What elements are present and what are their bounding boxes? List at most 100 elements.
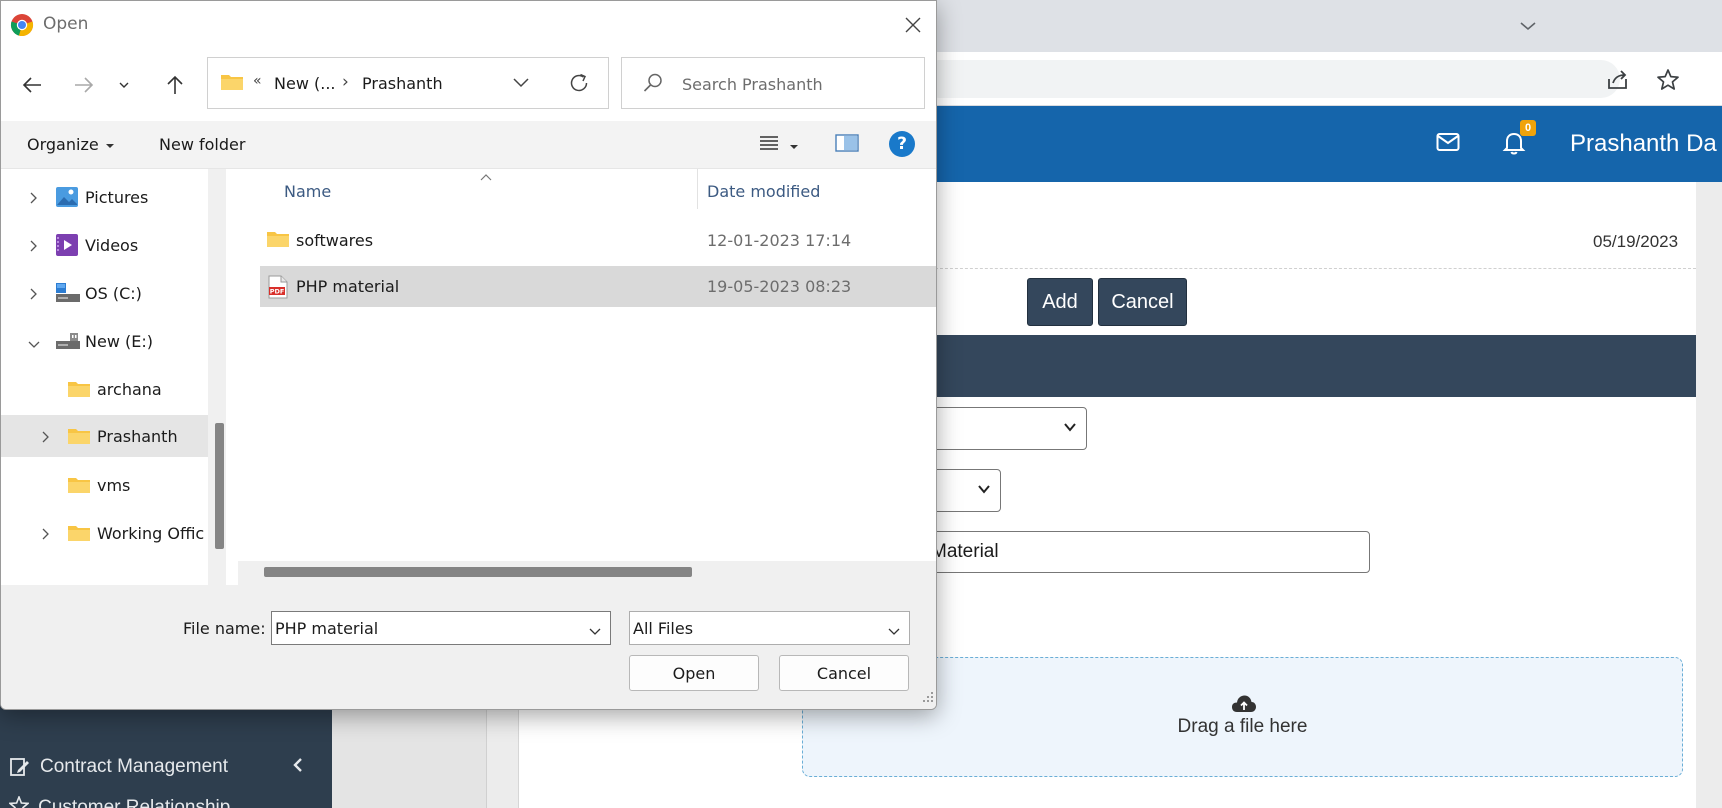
chevron-left-icon [292, 757, 304, 779]
help-icon[interactable]: ? [889, 131, 915, 157]
dialog-title: Open [43, 14, 89, 34]
nav-item-label: New (E:) [85, 332, 153, 351]
mail-icon[interactable] [1436, 132, 1460, 157]
page-date: 05/19/2023 [1593, 232, 1679, 251]
dropzone-text: Drag a file here [1177, 716, 1308, 737]
folder-icon [67, 379, 91, 403]
pictures-icon [55, 185, 79, 213]
dialog-titlebar[interactable]: Open [1, 1, 936, 47]
sidebar-item-label: Contract Management [40, 756, 228, 777]
column-divider[interactable] [697, 169, 698, 209]
nav-item-label: archana [97, 380, 162, 399]
add-button[interactable]: Add [1027, 278, 1093, 326]
breadcrumb-segment-new-drive[interactable]: New (... [274, 74, 335, 93]
open-button[interactable]: Open [629, 655, 759, 691]
file-name-label: File name: [183, 619, 266, 638]
folder-icon [220, 72, 244, 96]
material-name-input[interactable]: Material [900, 531, 1370, 573]
videos-icon [55, 233, 79, 261]
file-date-modified: 12-01-2023 17:14 [707, 231, 852, 250]
chevron-down-icon[interactable] [512, 74, 530, 93]
sidebar-item-crm[interactable]: Customer Relationship Management [0, 793, 332, 808]
bookmark-star-icon[interactable] [1654, 66, 1682, 94]
file-type-value: All Files [633, 619, 694, 638]
change-view-button[interactable] [759, 134, 799, 156]
nav-item-label: Videos [85, 236, 139, 255]
search-box[interactable] [621, 57, 925, 109]
folder-icon [67, 426, 91, 450]
file-row-softwares[interactable]: softwares 12-01-2023 17:14 [260, 220, 936, 261]
user-name[interactable]: Prashanth Da [1570, 130, 1717, 158]
nav-item-working-office[interactable]: Working Offic [1, 513, 208, 553]
pdf-icon: PDF [268, 275, 288, 303]
up-arrow-icon[interactable] [159, 69, 191, 101]
nav-item-videos[interactable]: Videos [1, 225, 208, 265]
nav-item-label: Prashanth [97, 427, 178, 446]
forward-arrow-icon[interactable] [68, 69, 100, 101]
star-icon [0, 793, 38, 808]
folder-icon [67, 523, 91, 547]
chevron-down-icon [887, 622, 901, 641]
file-date-modified: 19-05-2023 08:23 [707, 277, 852, 296]
chevron-down-icon[interactable] [588, 622, 602, 641]
omnibox[interactable] [920, 60, 1620, 98]
nav-item-archana[interactable]: archana [1, 369, 208, 409]
command-bar: Organize New folder ? [1, 121, 936, 169]
sidebar-item-contract-management[interactable]: Contract Management [0, 741, 332, 793]
file-name: PHP material [296, 277, 400, 296]
file-type-select[interactable]: All Files [629, 611, 910, 645]
breadcrumb-separator[interactable]: › [342, 72, 349, 92]
nav-item-label: Pictures [85, 188, 149, 207]
chevron-down-icon[interactable] [27, 335, 41, 354]
nav-item-vms[interactable]: vms [1, 465, 208, 505]
nav-item-os-c[interactable]: OS (C:) [1, 273, 208, 313]
chevron-right-icon[interactable] [28, 238, 38, 257]
network-icon [41, 577, 55, 585]
file-row-php-material[interactable]: PDF PHP material 19-05-2023 08:23 [260, 266, 936, 307]
organize-label: Organize [27, 135, 99, 154]
resize-grip-icon[interactable] [922, 688, 934, 707]
recent-locations-chevron-icon[interactable] [113, 69, 135, 101]
file-list-scrollbar-thumb[interactable] [264, 567, 692, 577]
close-icon[interactable] [900, 12, 926, 38]
navigation-pane: Pictures Videos OS (C:) New (E:) archana… [1, 169, 208, 585]
preview-pane-icon[interactable] [835, 133, 859, 157]
new-folder-button[interactable]: New folder [159, 135, 245, 154]
list-view-icon [759, 134, 779, 156]
file-name-input[interactable] [275, 617, 575, 639]
column-header-name[interactable]: Name [284, 182, 331, 201]
address-breadcrumb[interactable]: « New (... › Prashanth [207, 57, 609, 109]
back-arrow-icon[interactable] [16, 69, 48, 101]
nav-item-label: Working Offic [97, 524, 205, 543]
nav-item-pictures[interactable]: Pictures [1, 177, 208, 217]
sort-ascending-icon [479, 166, 493, 185]
nav-item-prashanth[interactable]: Prashanth [1, 415, 208, 457]
nav-pane-scrollbar-thumb[interactable] [215, 423, 224, 549]
sidebar-item-label: Customer Relationship Management [38, 797, 231, 808]
caret-down-icon [789, 136, 799, 155]
svg-text:PDF: PDF [270, 288, 285, 296]
nav-item-label: vms [97, 476, 131, 495]
breadcrumb-segment-prashanth[interactable]: Prashanth [362, 74, 443, 93]
organize-menu-button[interactable]: Organize [27, 135, 115, 154]
search-input[interactable] [682, 72, 912, 96]
chevron-right-icon[interactable] [28, 190, 38, 209]
cancel-button[interactable]: Cancel [1098, 278, 1187, 326]
share-icon[interactable] [1604, 66, 1632, 94]
chevron-down-icon [1062, 419, 1078, 440]
edit-document-icon [0, 756, 40, 778]
column-header-date-modified[interactable]: Date modified [707, 182, 820, 201]
notification-count-badge: 0 [1520, 120, 1536, 136]
cancel-button[interactable]: Cancel [779, 655, 909, 691]
refresh-icon[interactable] [568, 72, 590, 98]
chevron-right-icon[interactable] [40, 526, 50, 545]
nav-item-new-e[interactable]: New (E:) [1, 321, 208, 361]
divider [930, 268, 1696, 269]
folder-icon [67, 475, 91, 499]
file-name-combobox[interactable] [271, 611, 611, 645]
chevron-right-icon[interactable] [28, 286, 38, 305]
chevron-right-icon[interactable] [40, 429, 50, 448]
usb-drive-icon [55, 329, 81, 357]
tab-search-chevron-icon[interactable] [1514, 12, 1542, 40]
breadcrumb-overflow[interactable]: « [253, 73, 262, 89]
